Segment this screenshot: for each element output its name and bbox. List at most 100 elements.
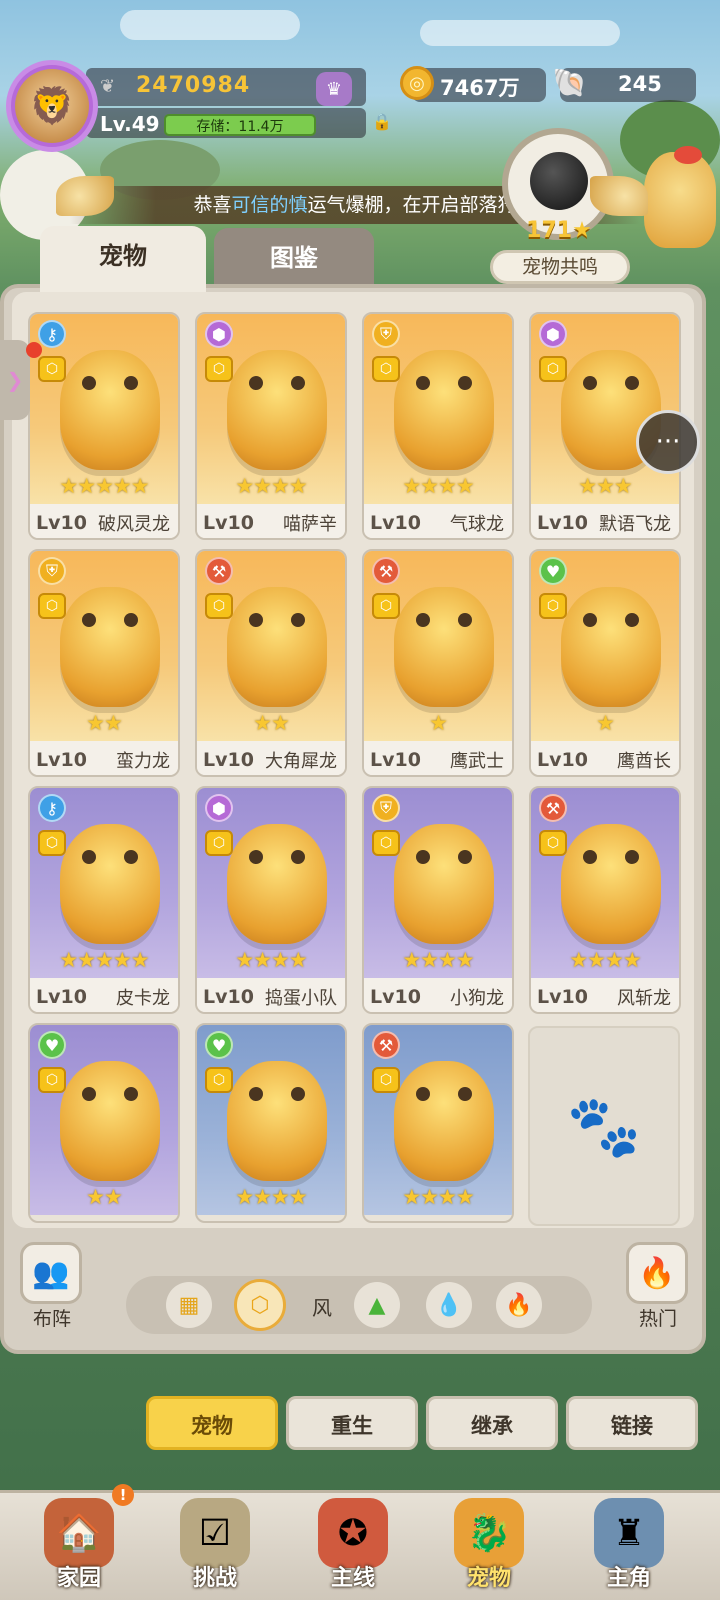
nav-home[interactable]: 🏠 家园	[24, 1492, 134, 1596]
pet-card[interactable]: ♥ ⬡ ★ Lv10 鹰酋长	[529, 549, 681, 777]
pet-level: Lv10	[36, 512, 87, 534]
cloud	[420, 20, 620, 46]
pet-class-icon: ♥	[38, 1031, 66, 1059]
nav-challenge[interactable]: ☑ 挑战	[160, 1492, 270, 1596]
pet-stars: ★	[596, 711, 615, 735]
pet-creature-image	[60, 1061, 160, 1181]
cloud	[120, 10, 300, 40]
challenge-icon: ☑	[180, 1498, 250, 1568]
pet-class-icon: ♥	[205, 1031, 233, 1059]
pet-class-icon: ⬢	[205, 320, 233, 348]
pet-name: 喵萨辛	[283, 514, 337, 535]
filter-earth-icon[interactable]: ▲	[354, 1282, 400, 1328]
home-alert-badge: !	[112, 1484, 134, 1506]
pet-creature-image	[227, 587, 327, 707]
pet-class-icon: ⚒	[372, 557, 400, 585]
chat-icon[interactable]: ···	[636, 410, 700, 474]
pet-card[interactable]: ⚷ ⬡ ★★★★★ Lv10 破风灵龙	[28, 312, 180, 540]
nav-main-story[interactable]: ✪ 主线	[298, 1492, 408, 1596]
pet-creature-image	[394, 350, 494, 470]
hot-button[interactable]: 🔥	[626, 1242, 688, 1304]
subtab-rebirth[interactable]: 重生	[286, 1396, 418, 1450]
pet-card[interactable]: ⚒ ⬡ ★★★★	[362, 1023, 514, 1223]
pet-creature-image	[227, 1061, 327, 1181]
pet-card[interactable]: ⛨ ⬡ ★★★★ Lv10 气球龙	[362, 312, 514, 540]
pet-info: Lv10 风斩龙	[531, 978, 679, 1012]
announce-prefix: 恭喜	[193, 194, 232, 216]
pet-card[interactable]: ⚷ ⬡ ★★★★★ Lv10 皮卡龙	[28, 786, 180, 1014]
lock-icon[interactable]: 🔒	[372, 112, 392, 134]
gold-value: 7467万	[440, 76, 520, 100]
pet-card[interactable]: ⛨ ⬡ ★★★★ Lv10 小狗龙	[362, 786, 514, 1014]
pet-card[interactable]: ♥ ⬡ ★★	[28, 1023, 180, 1223]
pet-name: 大角犀龙	[265, 751, 337, 772]
storage-bar: 存储：11.4万	[164, 114, 316, 136]
pet-stars: ★	[429, 711, 448, 735]
wind-element-icon: ⬡	[205, 830, 233, 856]
team-icon: 👥	[32, 1255, 70, 1291]
formation-label: 布阵	[32, 1308, 71, 1330]
pet-level: Lv10	[537, 986, 588, 1008]
lion-avatar-icon: 🦁	[15, 69, 89, 143]
pet-stars: ★★★★	[402, 948, 474, 972]
pet-info: Lv10 鹰武士	[364, 741, 512, 775]
pet-card[interactable]: ⛨ ⬡ ★★ Lv10 蛮力龙	[28, 549, 180, 777]
pet-class-icon: ⚒	[539, 794, 567, 822]
pet-card[interactable]: ⬢ ⬡ ★★★★ Lv10 捣蛋小队	[195, 786, 347, 1014]
formation-button[interactable]: 👥	[20, 1242, 82, 1304]
hero-icon: ♜	[594, 1498, 664, 1568]
subtab-link[interactable]: 链接	[566, 1396, 698, 1450]
pet-info: Lv10 蛮力龙	[30, 741, 178, 775]
pet-name: 鹰酋长	[617, 751, 671, 772]
pet-name: 鹰武士	[450, 751, 504, 772]
wind-element-icon: ⬡	[539, 356, 567, 382]
filter-all-icon[interactable]: ▦	[166, 1282, 212, 1328]
rank-badge-icon[interactable]: ♛	[316, 72, 352, 106]
filter-fire-icon[interactable]: 🔥	[496, 1282, 542, 1328]
tab-pokedex[interactable]: 图鉴	[214, 228, 374, 284]
announce-player-name: 可信的慎	[231, 194, 308, 216]
pet-level: Lv10	[203, 749, 254, 771]
subtab-inherit[interactable]: 继承	[426, 1396, 558, 1450]
filter-wind-icon[interactable]: ⬡	[234, 1279, 286, 1331]
pet-card[interactable]: ⚒ ⬡ ★ Lv10 鹰武士	[362, 549, 514, 777]
shell-value: 245	[618, 72, 662, 96]
pet-info: Lv10 大角犀龙	[197, 741, 345, 775]
player-avatar[interactable]: 🦁	[6, 60, 98, 152]
filter-water-icon[interactable]: 💧	[426, 1282, 472, 1328]
pet-level: Lv10	[537, 749, 588, 771]
pet-level: Lv10	[36, 986, 87, 1008]
pet-info: Lv10 皮卡龙	[30, 978, 178, 1012]
pet-info: Lv10 捣蛋小队	[197, 978, 345, 1012]
pet-stars: ★★★★	[402, 1185, 474, 1209]
wing-icon: ❦	[100, 76, 116, 97]
pet-class-icon: ♥	[539, 557, 567, 585]
pet-card[interactable]: ♥ ⬡ ★★★★	[195, 1023, 347, 1223]
wind-element-icon: ⬡	[38, 1067, 66, 1093]
shell-icon: 🐚	[552, 66, 587, 99]
pet-creature-image	[60, 587, 160, 707]
tab-pets[interactable]: 宠物	[40, 226, 206, 292]
player-level: Lv.49	[100, 112, 160, 136]
pet-level: Lv10	[370, 512, 421, 534]
wind-element-icon: ⬡	[539, 830, 567, 856]
pet-stars: ★★★	[578, 474, 632, 498]
wind-element-icon: ⬡	[38, 593, 66, 619]
pet-card[interactable]: ⚒ ⬡ ★★★★ Lv10 风斩龙	[529, 786, 681, 1014]
pet-creature-image	[60, 350, 160, 470]
pet-stars: ★★	[86, 1185, 123, 1209]
pet-level: Lv10	[36, 749, 87, 771]
resonance-label: 宠物共鸣	[490, 250, 630, 284]
pet-card[interactable]: ⚒ ⬡ ★★ Lv10 大角犀龙	[195, 549, 347, 777]
pet-creature-image	[227, 350, 327, 470]
wind-element-icon: ⬡	[372, 356, 400, 382]
filter-wind-label: 风	[312, 1296, 332, 1320]
nav-hero[interactable]: ♜ 主角	[574, 1492, 684, 1596]
subtab-pets[interactable]: 宠物	[146, 1396, 278, 1450]
pet-stars: ★★★★	[402, 474, 474, 498]
pet-creature-image	[394, 1061, 494, 1181]
pet-card[interactable]: ⬢ ⬡ ★★★★ Lv10 喵萨辛	[195, 312, 347, 540]
nav-pets[interactable]: 🐉 宠物	[434, 1492, 544, 1596]
resonance-count: 171★	[526, 218, 592, 243]
pet-info: Lv10 默语飞龙	[531, 504, 679, 538]
